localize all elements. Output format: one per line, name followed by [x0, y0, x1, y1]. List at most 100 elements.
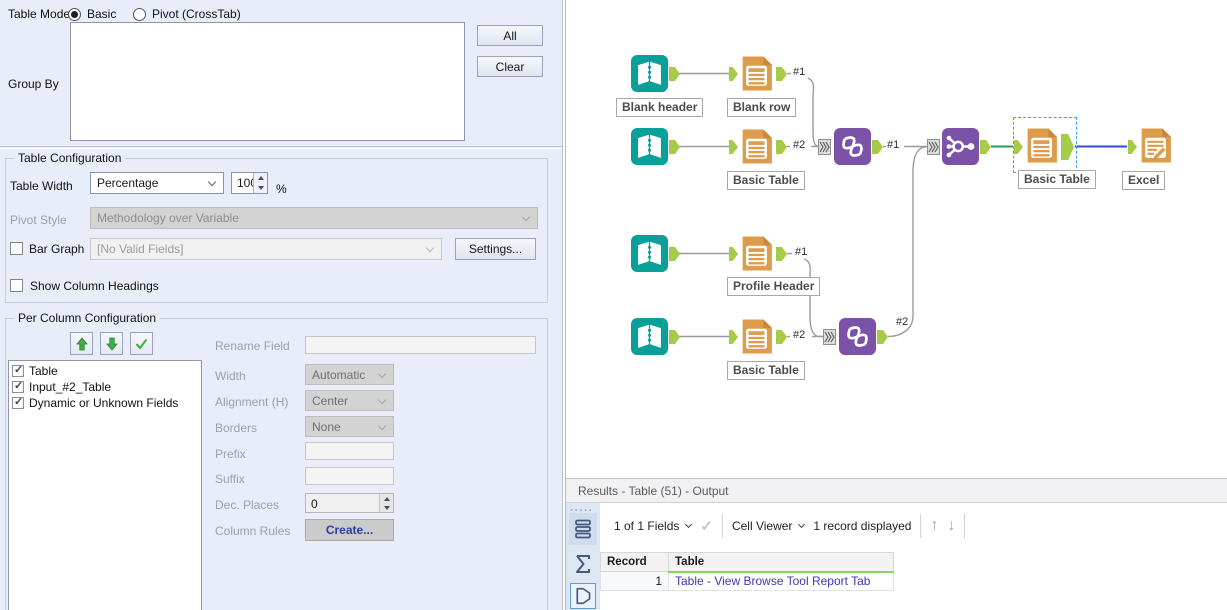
tool-render[interactable] [1137, 127, 1174, 164]
column-label: Input_#2_Table [29, 380, 112, 394]
tool-table[interactable] [738, 318, 775, 355]
show-column-headings-label[interactable]: Show Column Headings [30, 279, 159, 293]
table-width-dropdown[interactable]: Percentage [90, 172, 224, 194]
pivot-style-label: Pivot Style [10, 213, 67, 227]
tool-annotation[interactable]: Excel [1122, 171, 1166, 190]
fields-dropdown-label: 1 of 1 Fields [614, 519, 680, 533]
all-button[interactable]: All [477, 25, 543, 46]
holistic-view-icon[interactable] [570, 583, 596, 609]
column-item-input-2-table[interactable]: Input_#2_Table [9, 379, 201, 395]
tool-table[interactable] [738, 55, 775, 92]
fields-dropdown[interactable]: 1 of 1 Fields [614, 519, 693, 533]
radio-basic-label[interactable]: Basic [87, 7, 116, 21]
table-tool-icon [1027, 128, 1057, 163]
move-column-up-button[interactable] [70, 332, 93, 355]
multi-input-anchor[interactable] [818, 139, 831, 155]
bar-graph-field-value: [No Valid Fields] [97, 242, 184, 256]
rename-field-label: Rename Field [215, 339, 290, 353]
record-count-label: 1 record displayed [813, 519, 912, 533]
bar-graph-checkbox[interactable] [10, 242, 23, 255]
metadata-view-icon[interactable] [571, 550, 595, 578]
tool-text-input[interactable] [631, 128, 668, 165]
chevron-down-icon [207, 177, 217, 187]
dec-places-spinner[interactable]: 0 [305, 493, 394, 513]
results-icon-strip: ····· [566, 503, 600, 610]
group-by-listbox[interactable] [70, 22, 465, 141]
settings-button[interactable]: Settings... [455, 238, 536, 260]
pivot-style-dropdown: Methodology over Variable [90, 207, 538, 229]
table-link-cell[interactable]: Table - View Browse Tool Report Tab [668, 571, 894, 591]
tool-annotation[interactable]: Blank header [616, 98, 704, 117]
create-column-rules-button[interactable]: Create... [305, 519, 394, 541]
spinner-up-icon[interactable] [254, 173, 267, 183]
column-header-record[interactable]: Record [600, 552, 669, 572]
multi-input-anchor[interactable] [927, 139, 940, 155]
tool-annotation[interactable]: Blank row [727, 98, 797, 117]
data-view-icon[interactable] [569, 513, 597, 545]
column-item-table[interactable]: Table [9, 363, 201, 379]
tool-text-input[interactable] [631, 55, 668, 92]
radio-pivot-label[interactable]: Pivot (CrossTab) [152, 7, 241, 21]
table-configuration-title: Table Configuration [14, 151, 126, 165]
workflow-canvas[interactable]: #1 #2 #1 #1 #2 #2 Blank header Blank row… [566, 0, 1227, 478]
tool-text-input[interactable] [631, 318, 668, 355]
spinner-up-icon[interactable] [380, 494, 393, 503]
toolbar-separator [721, 514, 723, 538]
clear-button[interactable]: Clear [477, 56, 543, 77]
chevron-down-icon [521, 212, 531, 222]
tool-table[interactable] [738, 235, 775, 272]
spinner-down-icon[interactable] [380, 503, 393, 512]
join-multiple-tool-icon [942, 128, 979, 165]
tool-table[interactable] [738, 128, 775, 165]
column-checkbox[interactable] [12, 363, 24, 377]
tool-union[interactable] [839, 318, 876, 355]
apply-checkmark-icon[interactable]: ✓ [700, 517, 713, 535]
suffix-input[interactable] [305, 467, 394, 485]
next-record-arrow-icon[interactable]: ↓ [947, 518, 955, 534]
per-column-configuration-title: Per Column Configuration [14, 311, 161, 325]
bar-graph-label[interactable]: Bar Graph [29, 242, 84, 256]
multi-input-anchor[interactable] [823, 329, 836, 345]
move-column-down-button[interactable] [100, 332, 123, 355]
cell-viewer-label: Cell Viewer [731, 519, 793, 533]
tool-annotation[interactable]: Basic Table [1018, 170, 1096, 189]
select-all-columns-button[interactable] [130, 332, 153, 355]
tool-annotation[interactable]: Basic Table [727, 171, 805, 190]
show-column-headings-checkbox[interactable] [10, 279, 23, 292]
radio-pivot[interactable] [133, 8, 146, 21]
column-checkbox[interactable] [12, 395, 24, 409]
results-grid: Record Table 1 Table - View Browse Tool … [600, 552, 894, 591]
union-tool-icon [834, 128, 871, 165]
cell-viewer-dropdown[interactable]: Cell Viewer [731, 519, 806, 533]
dec-places-label: Dec. Places [215, 498, 280, 512]
column-header-table[interactable]: Table [668, 552, 894, 573]
rename-field-input[interactable] [305, 336, 536, 354]
column-listbox[interactable]: Table Input_#2_Table Dynamic or Unknown … [8, 360, 202, 610]
tool-text-input[interactable] [631, 235, 668, 272]
column-item-dynamic-unknown[interactable]: Dynamic or Unknown Fields [9, 395, 201, 411]
checkmark-icon [135, 338, 148, 350]
tool-annotation[interactable]: Basic Table [727, 361, 805, 380]
toolbar-separator [964, 514, 966, 538]
table-width-spinner[interactable]: 100 [231, 172, 268, 194]
tool-union[interactable] [834, 128, 871, 165]
previous-record-arrow-icon[interactable]: ↑ [930, 518, 938, 534]
table-mode-label: Table Mode [8, 7, 71, 21]
tool-join-multiple[interactable] [942, 128, 979, 165]
radio-basic[interactable] [68, 8, 81, 21]
text-input-icon [631, 318, 668, 355]
table-tool-icon [742, 56, 772, 91]
record-cell[interactable]: 1 [600, 571, 669, 591]
column-label: Dynamic or Unknown Fields [29, 396, 179, 410]
spinner-down-icon[interactable] [254, 183, 267, 193]
section-divider [0, 146, 562, 149]
prefix-input[interactable] [305, 442, 394, 460]
column-checkbox[interactable] [12, 379, 24, 393]
text-input-icon [631, 235, 668, 272]
prefix-label: Prefix [215, 447, 246, 461]
tool-table-selected[interactable] [1023, 127, 1060, 164]
tool-annotation[interactable]: Profile Header [727, 277, 821, 296]
table-tool-config-panel: Table Mode Basic Pivot (CrossTab) Group … [0, 0, 563, 610]
width-label: Width [215, 369, 246, 383]
pivot-style-value: Methodology over Variable [97, 211, 239, 225]
